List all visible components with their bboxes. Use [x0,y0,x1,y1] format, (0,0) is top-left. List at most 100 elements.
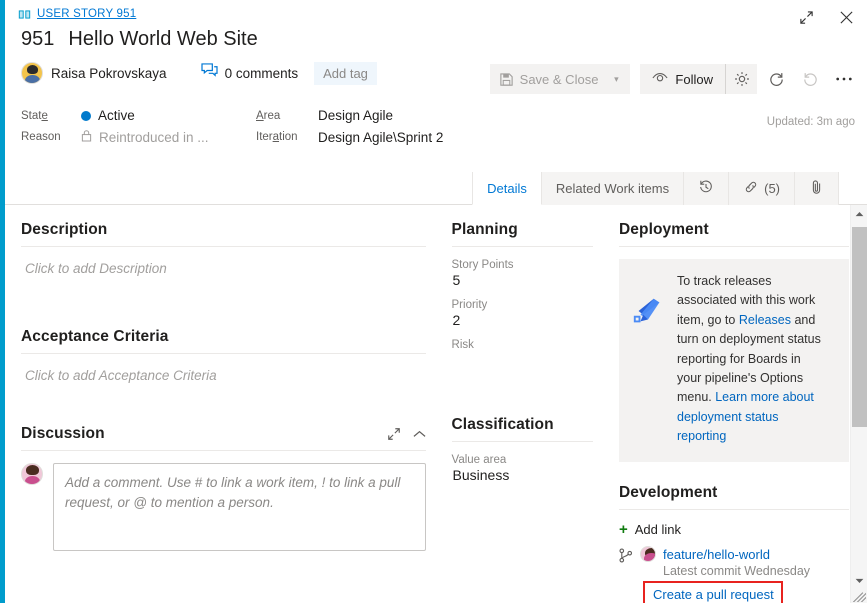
story-points-label: Story Points [452,259,593,271]
assignee-name: Raisa Pokrovskaya [51,66,167,81]
reason-field-value: Reintroduced in ... [81,129,256,145]
create-pull-request-link[interactable]: Create a pull request [653,587,774,602]
acceptance-criteria-input[interactable]: Click to add Acceptance Criteria [21,366,426,383]
comment-input[interactable]: Add a comment. Use # to link a work item… [53,463,426,551]
priority-value[interactable]: 2 [452,312,593,328]
gear-icon[interactable] [725,64,757,94]
plus-icon: + [619,522,628,537]
tab-links-count: (5) [764,181,780,196]
avatar [640,546,656,562]
undo-icon[interactable] [795,64,825,94]
work-item-body: Description Click to add Description Acc… [5,205,867,603]
divider [452,441,593,442]
branch-icon [619,548,633,568]
iteration-field-label: Iteration [256,131,318,143]
expand-diagonal-icon[interactable] [387,427,401,441]
save-and-close-label: Save & Close [514,72,609,87]
refresh-icon[interactable] [761,64,791,94]
create-pull-request-highlight: Create a pull request [643,581,783,603]
follow-label: Follow [675,72,713,87]
risk-value[interactable] [452,352,593,371]
comments-count: 0 comments [225,66,299,81]
state-dot-icon [81,111,91,121]
tab-history[interactable] [684,172,729,205]
azure-pipelines-icon [631,294,665,333]
story-points-value[interactable]: 5 [452,272,593,288]
description-section-title: Description [21,221,426,246]
attachment-icon [809,179,824,198]
deployment-info-card: To track releases associated with this w… [619,259,849,462]
chevron-up-icon[interactable] [413,430,426,439]
add-link-label: Add link [635,522,681,537]
divider [21,353,426,354]
state-value-text: Active [98,108,135,123]
scroll-up-icon[interactable] [851,205,867,222]
value-area-label: Value area [452,454,593,466]
updated-timestamp: Updated: 3m ago [767,116,855,128]
divider [619,509,849,510]
development-branch-item: feature/hello-world Latest commit Wednes… [619,546,849,603]
tab-links[interactable]: (5) [729,172,795,205]
user-story-icon [18,8,31,21]
work-item-fields: State Active Area Design Agile Reason Re… [5,108,867,166]
work-item-toolbar: Save & Close ▾ Follow [490,64,859,94]
divider [21,450,426,451]
tab-attachments[interactable] [795,172,839,205]
save-and-close-button[interactable]: Save & Close ▾ [490,64,631,94]
discussion-composer: Add a comment. Use # to link a work item… [21,463,426,551]
iteration-field-value[interactable]: Design Agile\Sprint 2 [318,130,867,145]
chevron-down-icon[interactable]: ▾ [608,64,630,94]
comment-icon [201,63,218,83]
branch-name-link[interactable]: feature/hello-world [663,547,770,562]
page-title[interactable]: Hello World Web Site [68,28,257,51]
divider [452,246,593,247]
releases-link[interactable]: Releases [739,313,791,327]
middle-column: Planning Story Points 5 Priority 2 Risk … [444,205,603,603]
divider [21,246,426,247]
discussion-section-title: Discussion [21,425,105,450]
avatar [21,463,43,485]
eye-icon [652,72,668,87]
tab-details[interactable]: Details [472,172,542,205]
lock-icon [81,129,92,145]
scrollbar-thumb[interactable] [852,227,867,427]
breadcrumb-link[interactable]: USER STORY 951 [37,8,136,20]
ellipsis-icon[interactable] [829,64,859,94]
state-field-value[interactable]: Active [81,108,256,123]
deployment-info-text: To track releases associated with this w… [677,272,825,446]
tab-bar: Details Related Work items (5) [5,172,867,205]
description-input[interactable]: Click to add Description [21,259,426,276]
save-disk-icon [490,72,514,87]
vertical-scrollbar[interactable] [850,205,867,603]
work-item-dialog: USER STORY 951 951 Hello World Web Site … [0,0,867,603]
add-tag-button[interactable]: Add tag [314,62,377,85]
resize-grip-icon[interactable] [853,589,866,602]
deployment-section-title: Deployment [619,221,849,246]
area-field-label: Area [256,110,318,122]
add-link-button[interactable]: + Add link [619,522,849,537]
tab-related-label: Related Work items [556,181,669,196]
follow-group: Follow [640,64,757,94]
title-row: 951 Hello World Web Site [5,22,867,51]
tab-details-label: Details [487,181,527,196]
work-item-id: 951 [21,28,54,51]
reason-field-label: Reason [21,131,81,143]
value-area-value[interactable]: Business [452,467,593,483]
risk-label: Risk [452,339,593,351]
reason-value-text: Reintroduced in ... [99,130,209,145]
follow-button[interactable]: Follow [640,64,725,94]
avatar [21,62,43,84]
acceptance-criteria-section-title: Acceptance Criteria [21,328,426,353]
scroll-down-icon[interactable] [851,572,867,589]
divider [619,246,849,247]
right-column: Deployment To track releases associated … [603,205,867,603]
priority-label: Priority [452,299,593,311]
state-field-label: State [21,110,81,122]
classification-section-title: Classification [452,416,593,441]
breadcrumb: USER STORY 951 [5,0,867,22]
comments-link[interactable]: 0 comments [201,63,299,83]
tab-related-work-items[interactable]: Related Work items [542,172,684,205]
development-section-title: Development [619,484,849,509]
assigned-to[interactable]: Raisa Pokrovskaya [21,62,167,84]
latest-commit-info: Latest commit Wednesday [663,564,849,578]
